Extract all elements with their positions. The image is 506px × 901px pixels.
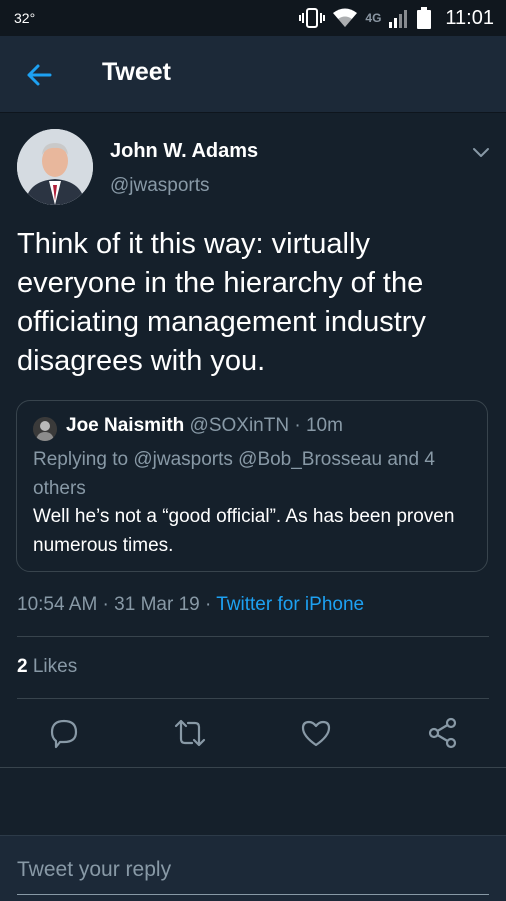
battery-icon xyxy=(417,7,432,29)
quoted-author-meta: @SOXinTN · 10m xyxy=(189,415,343,436)
reply-input[interactable]: Tweet your reply xyxy=(17,858,171,882)
status-icons: 4G 11:01 xyxy=(299,5,494,31)
temperature-text: 32° xyxy=(14,10,36,26)
person-photo-icon xyxy=(17,129,93,205)
quoted-text: Well he’s not a “good official”. As has … xyxy=(33,506,455,556)
chevron-down-icon[interactable] xyxy=(470,141,492,163)
divider xyxy=(17,698,489,699)
author-handle[interactable]: @jwasports xyxy=(110,175,210,197)
quoted-replying-to: Replying to @jwasports @Bob_Brosseau and… xyxy=(33,449,435,499)
timestamp-text: 10:54 AM · 31 Mar 19 · xyxy=(17,594,217,615)
back-arrow-icon[interactable] xyxy=(24,60,54,90)
wifi-icon xyxy=(333,8,358,27)
signal-icon xyxy=(389,10,408,28)
page-title: Tweet xyxy=(102,58,171,86)
status-bar: 32° 4G 11:01 xyxy=(0,0,506,36)
share-icon[interactable] xyxy=(427,717,459,749)
vibrate-icon xyxy=(299,8,326,28)
source-link[interactable]: Twitter for iPhone xyxy=(216,594,364,615)
quoted-author-name: Joe Naismith xyxy=(66,415,185,436)
reply-underline xyxy=(17,894,489,895)
tweet-timestamp: 10:54 AM · 31 Mar 19 · Twitter for iPhon… xyxy=(17,594,364,616)
network-type-text: 4G xyxy=(365,11,382,25)
divider xyxy=(17,636,489,637)
divider xyxy=(0,767,506,768)
author-name[interactable]: John W. Adams xyxy=(110,140,258,163)
likes-count[interactable]: 2 Likes xyxy=(17,656,77,678)
tweet-text: Think of it this way: virtually everyone… xyxy=(17,228,426,377)
reply-composer[interactable]: Tweet your reply xyxy=(0,835,506,901)
quoted-header: Joe Naismith @SOXinTN · 10m xyxy=(66,415,343,437)
clock-text: 11:01 xyxy=(445,6,494,29)
person-photo-icon xyxy=(33,417,57,441)
like-icon[interactable] xyxy=(300,717,332,749)
likes-number: 2 xyxy=(17,656,28,677)
tweet-actions xyxy=(0,701,506,765)
author-avatar[interactable] xyxy=(17,129,93,205)
reply-icon[interactable] xyxy=(48,717,80,749)
retweet-icon[interactable] xyxy=(174,717,206,749)
likes-label: Likes xyxy=(32,656,78,677)
quoted-tweet[interactable]: Joe Naismith @SOXinTN · 10m Replying to … xyxy=(16,400,488,572)
app-bar: Tweet xyxy=(0,36,506,113)
quoted-author-avatar xyxy=(33,417,57,441)
